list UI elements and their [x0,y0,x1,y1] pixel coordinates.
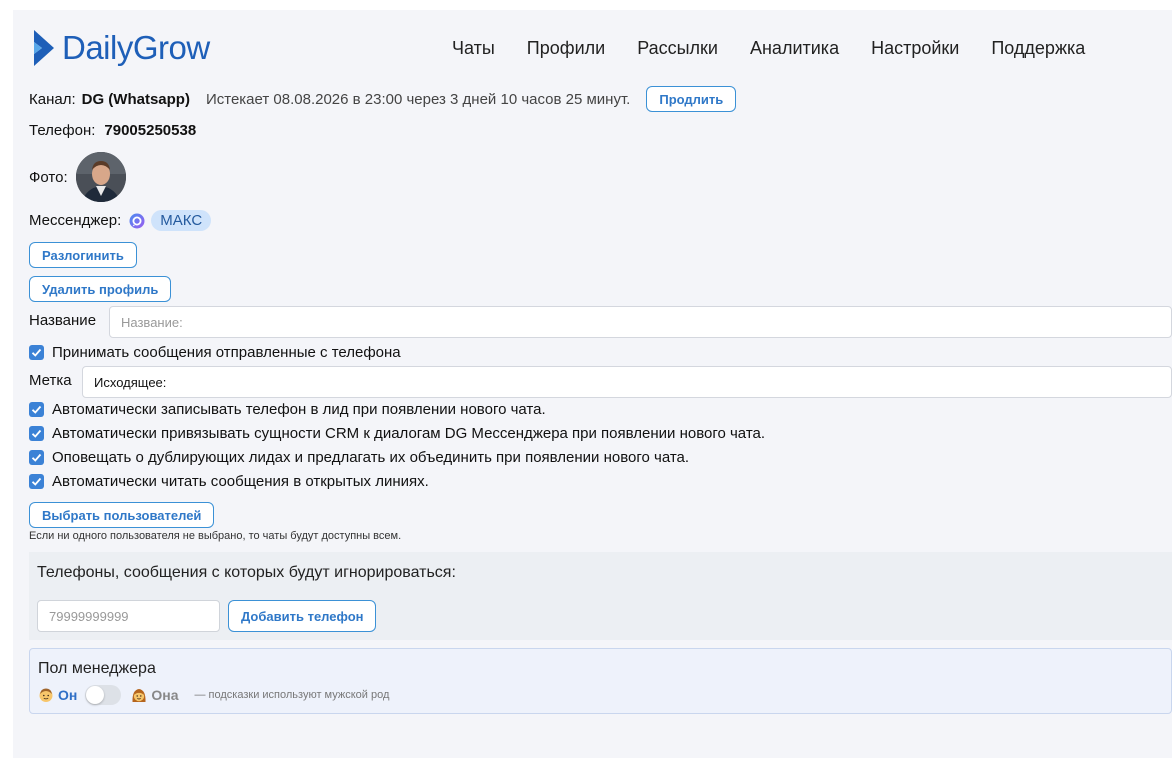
photo-label: Фото: [29,168,68,186]
receive-messages-label: Принимать сообщения отправленные с телеф… [52,344,401,361]
page: DailyGrow Чаты Профили Рассылки Аналитик… [13,10,1172,758]
messenger-row: Мессенджер: МАКС [29,210,212,231]
channel-name: DG (Whatsapp) [81,90,190,108]
manager-gender-title: Пол менеджера [38,660,156,677]
messenger-label: Мессенджер: [29,212,122,229]
receive-messages-checkbox[interactable] [29,345,44,360]
select-users-hint: Если ни одного пользователя не выбрано, … [29,530,402,542]
checkmark-icon [31,429,42,438]
name-field-label: Название [29,312,97,329]
checkmark-icon [31,348,42,357]
gender-toggle[interactable] [85,685,122,705]
nav-chats[interactable]: Чаты [452,38,495,59]
nav-settings[interactable]: Настройки [871,38,959,59]
receive-messages-checkbox-row[interactable]: Принимать сообщения отправленные с телеф… [29,344,401,361]
auto-bind-crm-label: Автоматически привязывать сущности CRM к… [52,425,766,442]
channel-expiry: Истекает 08.08.2026 в 23:00 через 3 дней… [205,90,631,108]
tag-field-label-row: Метка [29,372,72,389]
duplicate-leads-checkbox[interactable] [29,450,44,465]
ignore-phones-title: Телефоны, сообщения с которых будут игно… [37,564,456,581]
brand-name: DailyGrow [62,29,210,66]
nav-analytics[interactable]: Аналитика [750,38,839,59]
tag-field-label: Метка [29,372,72,389]
gender-toggle-row: Он Она — подсказки используют мужской ро… [38,685,389,705]
avatar-image [75,152,126,202]
checkmark-icon [31,477,42,486]
nav-mailings[interactable]: Рассылки [637,38,718,59]
logo-arrow-icon [34,30,54,66]
phone-row: Телефон: 79005250538 [29,122,196,139]
select-users-button[interactable]: Выбрать пользователей [29,502,215,528]
duplicate-leads-checkbox-row[interactable]: Оповещать о дублирующих лидах и предлага… [29,449,689,466]
tag-input[interactable]: Исходящее: [82,366,1172,398]
brand-logo[interactable]: DailyGrow [32,29,210,66]
gender-female-label[interactable]: Она [151,687,178,703]
delete-profile-button[interactable]: Удалить профиль [29,276,172,302]
messenger-badge: МАКС [151,210,212,231]
gender-note: — подсказки используют мужской род [194,689,390,701]
auto-phone-checkbox-row[interactable]: Автоматически записывать телефон в лид п… [29,401,546,418]
duplicate-leads-label: Оповещать о дублирующих лидах и предлага… [52,449,690,466]
phone-value: 79005250538 [104,122,197,139]
gender-toggle-knob [86,686,105,704]
extend-button[interactable]: Продлить [646,86,737,112]
avatar [75,152,126,202]
auto-phone-label: Автоматически записывать телефон в лид п… [52,401,546,418]
man-face-icon [39,688,53,702]
checkmark-icon [31,453,42,462]
woman-face-icon [132,689,146,702]
name-field-label-row: Название [29,312,96,329]
channel-label: Канал: [29,90,76,108]
auto-bind-crm-checkbox[interactable] [29,426,44,441]
gender-male-label[interactable]: Он [58,687,77,703]
phone-label: Телефон: [29,122,96,139]
checkmark-icon [31,405,42,414]
nav-profiles[interactable]: Профили [527,38,605,59]
channel-row: Канал: DG (Whatsapp) Истекает 08.08.2026… [29,86,737,112]
auto-read-checkbox[interactable] [29,474,44,489]
ignore-phone-input[interactable]: 79999999999 [37,600,220,632]
logout-button[interactable]: Разлогинить [29,242,137,268]
add-phone-button[interactable]: Добавить телефон [228,600,377,632]
auto-read-label: Автоматически читать сообщения в открыты… [52,473,429,490]
photo-row: Фото: [29,151,126,203]
ignore-phones-panel: Телефоны, сообщения с которых будут игно… [29,552,1172,640]
chat-bubble-icon [129,213,145,228]
auto-read-checkbox-row[interactable]: Автоматически читать сообщения в открыты… [29,473,429,490]
nav-support[interactable]: Поддержка [991,38,1085,59]
top-nav: Чаты Профили Рассылки Аналитика Настройк… [452,38,1085,59]
auto-phone-checkbox[interactable] [29,402,44,417]
name-input[interactable]: Название: [109,306,1172,338]
manager-gender-panel: Пол менеджера Он Она — подсказки использ… [29,648,1172,714]
auto-bind-crm-checkbox-row[interactable]: Автоматически привязывать сущности CRM к… [29,425,765,442]
